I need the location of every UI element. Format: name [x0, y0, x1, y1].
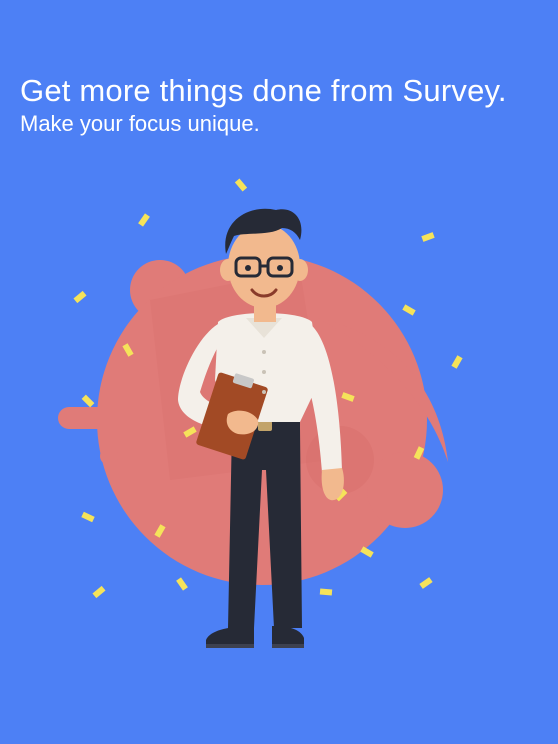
onboarding-illustration [58, 178, 463, 648]
